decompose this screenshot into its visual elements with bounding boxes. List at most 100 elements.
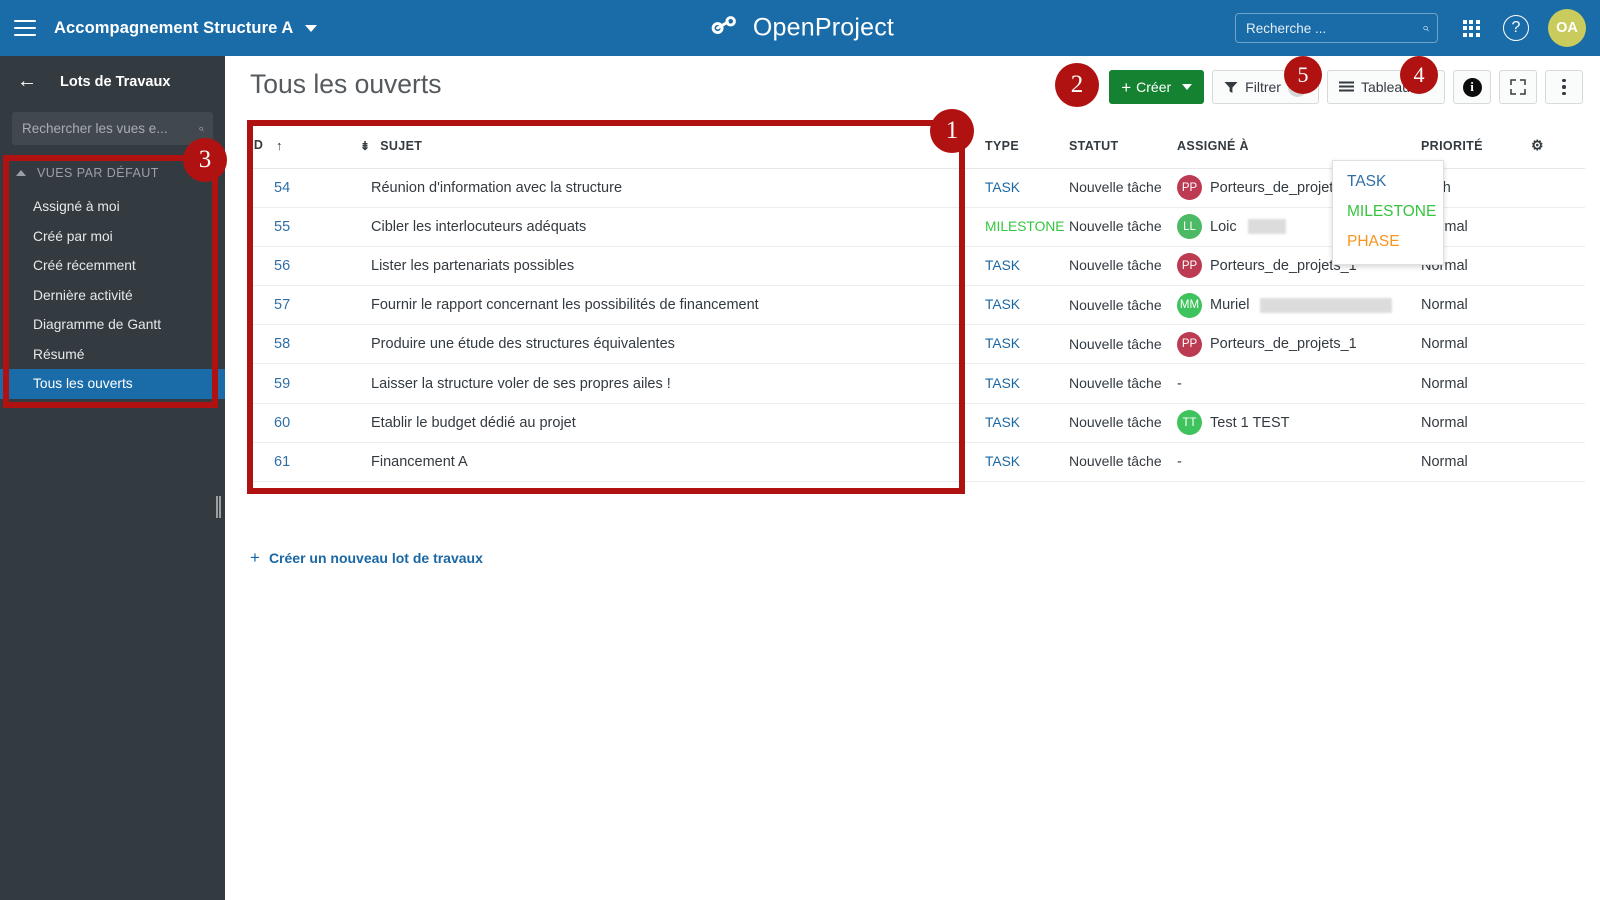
hamburger-icon[interactable] — [14, 20, 36, 36]
settings-gear-icon[interactable]: ⚙ — [1531, 137, 1544, 153]
cell-type[interactable]: TASK — [985, 324, 1069, 365]
table-row[interactable]: 60 Etablir le budget dédié au projet TASK N… — [250, 403, 1585, 443]
sidebar-item-derniere-activite[interactable]: Dernière activité — [0, 281, 225, 311]
sidebar-item-resume[interactable]: Résumé — [0, 340, 225, 370]
work-package-id-link[interactable]: 61 — [274, 454, 290, 470]
cell-type[interactable]: TASK — [985, 246, 1069, 287]
work-package-id-link[interactable]: 56 — [274, 258, 290, 274]
create-menu-item-task[interactable]: TASK — [1333, 167, 1443, 197]
cell-status[interactable]: Nouvelle tâche — [1069, 363, 1177, 404]
cell-type[interactable]: TASK — [985, 285, 1069, 326]
search-input[interactable] — [1246, 20, 1423, 36]
work-package-id-link[interactable]: 59 — [274, 376, 290, 392]
cell-id: 55 — [250, 207, 360, 247]
type-badge: TASK — [985, 375, 1021, 391]
column-header-priority-label: PRIORITÉ — [1421, 138, 1483, 153]
cell-subject[interactable]: Etablir le budget dédié au projet — [360, 403, 985, 443]
cell-priority[interactable]: Normal — [1421, 403, 1531, 443]
global-search-box[interactable] — [1235, 13, 1438, 43]
avatar[interactable]: OA — [1548, 9, 1586, 47]
work-package-id-link[interactable]: 58 — [274, 336, 290, 352]
avatar: PP — [1177, 175, 1202, 201]
info-button[interactable]: i — [1453, 70, 1491, 104]
table-row[interactable]: 57 Fournir le rapport concernant les poss… — [250, 285, 1585, 326]
cell-priority[interactable]: Normal — [1421, 442, 1531, 483]
sidebar-item-tous-les-ouverts[interactable]: Tous les ouverts — [0, 369, 225, 399]
fullscreen-button[interactable] — [1499, 70, 1537, 104]
column-header-status[interactable]: STATUT — [1069, 124, 1177, 169]
create-type-dropdown-menu[interactable]: TASK MILESTONE PHASE — [1332, 160, 1444, 266]
sidebar-item-diagramme-de-gantt[interactable]: Diagramme de Gantt — [0, 310, 225, 340]
create-menu-item-phase[interactable]: PHASE — [1333, 227, 1443, 257]
cell-subject[interactable]: Laisser la structure voler de ses propre… — [360, 363, 985, 404]
apps-grid-icon[interactable] — [1450, 8, 1492, 48]
cell-assignee[interactable]: TT Test 1 TEST — [1177, 403, 1421, 443]
cell-status[interactable]: Nouvelle tâche — [1069, 403, 1177, 443]
views-search-box[interactable] — [12, 112, 213, 145]
cell-subject[interactable]: Produire une étude des structures équiva… — [360, 324, 985, 365]
sort-ascending-icon[interactable]: ↑ — [276, 138, 283, 153]
sidebar-item-cree-recemment[interactable]: Créé récemment — [0, 251, 225, 281]
cell-status[interactable]: Nouvelle tâche — [1069, 285, 1177, 326]
views-search-input[interactable] — [22, 121, 199, 136]
cell-assignee[interactable]: MM Muriel — [1177, 285, 1421, 326]
search-icon[interactable] — [1423, 20, 1429, 37]
help-question-icon[interactable]: ? — [1496, 8, 1536, 48]
create-work-package-link[interactable]: + Créer un nouveau lot de travaux — [250, 548, 483, 568]
cell-subject[interactable]: Fournir le rapport concernant les possib… — [360, 285, 985, 326]
sidebar-item-assigne-a-moi[interactable]: Assigné à moi — [0, 192, 225, 222]
cell-status[interactable]: Nouvelle tâche — [1069, 207, 1177, 247]
cell-type[interactable]: TASK — [985, 363, 1069, 404]
sidebar-section-label: VUES PAR DÉFAUT — [37, 166, 159, 180]
sidebar-item-cree-par-moi[interactable]: Créé par moi — [0, 222, 225, 252]
chevron-down-icon[interactable] — [305, 24, 318, 32]
table-row[interactable]: 59 Laisser la structure voler de ses prop… — [250, 363, 1585, 404]
cell-status[interactable]: Nouvelle tâche — [1069, 442, 1177, 483]
cell-status[interactable]: Nouvelle tâche — [1069, 168, 1177, 208]
sidebar-section-default-views[interactable]: VUES PAR DÉFAUT — [0, 154, 225, 192]
sidebar-item-label: Diagramme de Gantt — [33, 317, 162, 333]
chevron-up-icon[interactable] — [16, 170, 26, 176]
hierarchy-icon[interactable]: ⇟ — [360, 139, 370, 153]
table-row[interactable]: 58 Produire une étude des structures équi… — [250, 324, 1585, 365]
cell-assignee[interactable]: - — [1177, 442, 1421, 483]
cell-priority[interactable]: Normal — [1421, 285, 1531, 326]
work-package-id-link[interactable]: 60 — [274, 415, 290, 431]
cell-status[interactable]: Nouvelle tâche — [1069, 324, 1177, 365]
cell-type[interactable]: MILESTONE — [985, 207, 1069, 247]
filter-button[interactable]: Filtrer 1 — [1212, 70, 1319, 104]
column-header-subject[interactable]: ⇟ SUJET — [360, 124, 985, 169]
cell-subject[interactable]: Réunion d'information avec la structure — [360, 168, 985, 208]
cell-assignee[interactable]: PP Porteurs_de_projets_1 — [1177, 324, 1421, 365]
more-menu-button[interactable] — [1545, 70, 1583, 104]
work-package-id-link[interactable]: 54 — [274, 180, 290, 196]
cell-priority[interactable]: Normal — [1421, 363, 1531, 404]
create-menu-item-milestone[interactable]: MILESTONE — [1333, 197, 1443, 227]
sidebar-title: Lots de Travaux — [60, 74, 171, 90]
type-badge: MILESTONE — [985, 218, 1065, 234]
column-header-id[interactable]: ID ↑ — [250, 124, 360, 169]
work-package-id-link[interactable]: 55 — [274, 219, 290, 235]
chevron-down-icon[interactable] — [1182, 84, 1193, 90]
column-header-settings[interactable]: ⚙ — [1531, 124, 1585, 169]
search-icon[interactable] — [199, 121, 204, 137]
app-root: Accompagnement Structure A OpenProject R… — [0, 0, 1600, 900]
back-arrow-icon[interactable]: ← — [17, 71, 37, 92]
cell-type[interactable]: TASK — [985, 442, 1069, 483]
cell-subject[interactable]: Cibler les interlocuteurs adéquats — [360, 207, 985, 247]
cell-type[interactable]: TASK — [985, 168, 1069, 208]
cell-priority[interactable]: Normal — [1421, 324, 1531, 365]
cell-assignee[interactable]: - — [1177, 363, 1421, 404]
work-package-id-link[interactable]: 57 — [274, 297, 290, 313]
cell-subject[interactable]: Lister les partenariats possibles — [360, 246, 985, 287]
cell-subject[interactable]: Financement A — [360, 442, 985, 483]
table-row[interactable]: 61 Financement A TASK Nouvelle tâche - Normal — [250, 442, 1585, 483]
view-mode-button[interactable]: Tableau — [1326, 70, 1445, 104]
create-button[interactable]: + Créer — [1109, 70, 1205, 104]
project-name[interactable]: Accompagnement Structure A — [54, 19, 293, 38]
cell-type[interactable]: TASK — [985, 403, 1069, 443]
cell-status[interactable]: Nouvelle tâche — [1069, 246, 1177, 287]
sidebar-resize-handle[interactable] — [216, 496, 221, 518]
chevron-down-icon[interactable] — [1423, 84, 1433, 90]
column-header-type[interactable]: TYPE — [985, 124, 1069, 169]
